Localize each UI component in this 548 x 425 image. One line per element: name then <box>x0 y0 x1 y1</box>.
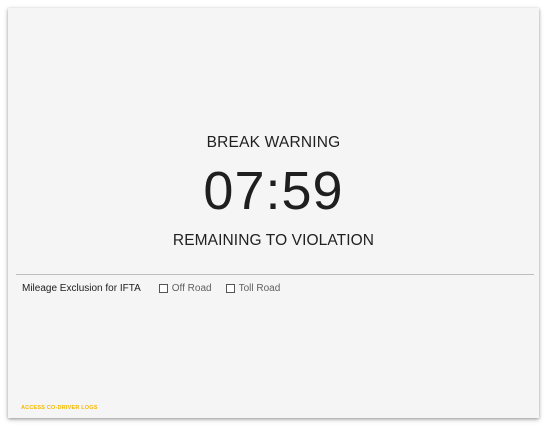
access-co-driver-logs-link[interactable]: ACCESS CO-DRIVER LOGS <box>21 405 98 411</box>
off-road-option[interactable]: Off Road <box>158 283 212 294</box>
toll-road-checkbox[interactable] <box>225 284 235 293</box>
off-road-label: Off Road <box>171 283 212 294</box>
mileage-exclusion-label: Mileage Exclusion for IFTA <box>22 283 141 294</box>
break-warning-title: BREAK WARNING <box>206 134 341 151</box>
countdown-timer: 07:59 <box>203 161 344 221</box>
break-warning-screen: BREAK WARNING 07:59 REMAINING TO VIOLATI… <box>8 8 539 418</box>
break-warning-panel: BREAK WARNING 07:59 REMAINING TO VIOLATI… <box>8 134 539 250</box>
mileage-exclusion-row: Mileage Exclusion for IFTA Off Road Toll… <box>22 283 294 294</box>
off-road-checkbox[interactable] <box>158 284 168 293</box>
section-divider <box>16 274 534 275</box>
toll-road-label: Toll Road <box>238 283 281 294</box>
remaining-to-violation-label: REMAINING TO VIOLATION <box>172 232 375 249</box>
toll-road-option[interactable]: Toll Road <box>225 283 281 294</box>
